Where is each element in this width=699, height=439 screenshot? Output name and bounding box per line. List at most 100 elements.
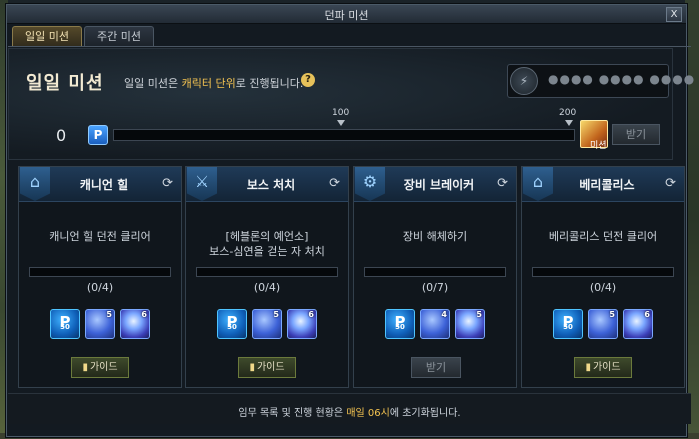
desc-line-2: 보스-심연을 걷는 자 처치	[209, 245, 325, 258]
tab-weekly-mission[interactable]: 주간 미션	[84, 26, 154, 47]
tab-daily-mission[interactable]: 일일 미션	[12, 26, 82, 47]
book-icon: ▮	[585, 362, 591, 373]
p-point-icon: P	[88, 125, 108, 145]
item-count: 6	[141, 310, 147, 319]
card-title: 베리콜리스	[579, 178, 635, 192]
guide-button[interactable]: ▮ 가이드	[71, 357, 129, 378]
gem-reward-icon[interactable]: 5	[455, 309, 485, 339]
reward-chest-label: 미션	[590, 141, 607, 151]
p-coin-amount: 50	[563, 323, 573, 331]
footer-pre: 임무 목록 및 진행 현황은	[238, 408, 347, 419]
mission-card-canyon-hill: ⌂ 캐니언 힐 ⟳ 캐니언 힐 던전 클리어 (0/4) P 50 5 6 ▮ 가이…	[18, 166, 182, 388]
book-icon: ▮	[249, 362, 255, 373]
desc-line-1: 장비 해체하기	[402, 230, 468, 243]
background-right	[685, 0, 699, 439]
title-bar[interactable]: 던파 미션 X	[7, 5, 686, 24]
sword-icon: ⚔	[187, 167, 217, 201]
item-count: 5	[476, 310, 482, 319]
item-count: 5	[273, 310, 279, 319]
notice-text: 일일 미션은 캐릭터 단위로 진행됩니다.	[124, 75, 303, 91]
desc-line-1: [헤블론의 예언소]	[225, 230, 309, 243]
item-count: 4	[441, 310, 447, 319]
help-icon[interactable]: ?	[301, 73, 315, 87]
item-count: 6	[644, 310, 650, 319]
reward-items: P 50 5 6	[522, 309, 684, 339]
milestone-100-marker	[337, 120, 345, 126]
milestone-200-label: 200	[559, 108, 577, 118]
close-button[interactable]: X	[666, 7, 682, 22]
mission-count: (0/4)	[589, 281, 617, 294]
desc-line-1: 캐니언 힐 던전 클리어	[49, 230, 151, 243]
mission-progress-bar	[196, 267, 338, 277]
mission-progress-bar	[364, 267, 506, 277]
footer-highlight: 매일 06시	[346, 408, 390, 419]
refresh-icon[interactable]: ⟳	[162, 176, 173, 191]
reward-items: P 50 5 6	[186, 309, 348, 339]
card-description: 캐니언 힐 던전 클리어	[25, 229, 175, 244]
mission-progress-bar	[29, 267, 171, 277]
item-count: 5	[609, 310, 615, 319]
footer-post: 에 초기화됩니다.	[389, 408, 461, 419]
ic-icon[interactable]: ⚡	[510, 67, 538, 95]
gem-reward-icon[interactable]: 6	[120, 309, 150, 339]
gate-icon: ⌂	[523, 167, 553, 201]
progress-bar	[113, 129, 575, 141]
mission-progress-bar	[532, 267, 674, 277]
book-icon: ▮	[82, 362, 88, 373]
mission-card-vericoolis: ⌂ 베리콜리스 ⟳ 베리콜리스 던전 클리어 (0/4) P 50 5 6 ▮ 가이…	[521, 166, 685, 388]
reward-items: P 50 4 5	[354, 309, 516, 339]
guide-button[interactable]: ▮ 가이드	[238, 357, 296, 378]
card-header: ⌂ 캐니언 힐 ⟳	[19, 167, 181, 202]
p-coin-reward-icon[interactable]: P 50	[553, 309, 583, 339]
card-header: ⚙ 장비 브레이커 ⟳	[354, 167, 516, 202]
mission-card-equipment-breaker: ⚙ 장비 브레이커 ⟳ 장비 해체하기 (0/7) P 50 4 5 받기	[353, 166, 517, 388]
notice-highlight: 캐릭터 단위	[181, 77, 236, 90]
card-title: 장비 브레이커	[403, 178, 475, 192]
p-coin-reward-icon[interactable]: P 50	[385, 309, 415, 339]
card-title: 보스 처치	[246, 178, 296, 192]
orb-reward-icon[interactable]: 5	[588, 309, 618, 339]
orb-reward-icon[interactable]: 4	[420, 309, 450, 339]
card-header: ⌂ 베리콜리스 ⟳	[522, 167, 684, 202]
card-description: [헤블론의 예언소] 보스-심연을 걷는 자 처치	[192, 229, 342, 259]
refresh-icon[interactable]: ⟳	[665, 176, 676, 191]
refresh-icon[interactable]: ⟳	[497, 176, 508, 191]
p-coin-amount: 50	[395, 323, 405, 331]
reward-items: P 50 5 6	[19, 309, 181, 339]
mission-count: (0/4)	[86, 281, 114, 294]
notice-pre: 일일 미션은	[124, 77, 182, 90]
notice-post: 로 진행됩니다.	[235, 77, 304, 90]
refresh-icon[interactable]: ⟳	[329, 176, 340, 191]
guide-button[interactable]: ▮ 가이드	[574, 357, 632, 378]
gear-icon: ⚙	[355, 167, 385, 201]
page-title: 일일 미션	[26, 73, 104, 94]
card-title: 캐니언 힐	[79, 178, 129, 192]
orb-reward-icon[interactable]: 5	[85, 309, 115, 339]
guide-button-label: 가이드	[256, 362, 285, 373]
p-coin-amount: 50	[227, 323, 237, 331]
claim-button[interactable]: 받기	[411, 357, 461, 378]
card-header: ⚔ 보스 처치 ⟳	[186, 167, 348, 202]
window-title: 던파 미션	[324, 9, 369, 22]
gem-reward-icon[interactable]: 6	[287, 309, 317, 339]
gate-icon: ⌂	[20, 167, 50, 201]
mission-count: (0/4)	[253, 281, 281, 294]
orb-reward-icon[interactable]: 5	[252, 309, 282, 339]
gem-reward-icon[interactable]: 6	[623, 309, 653, 339]
footer-notice: 임무 목록 및 진행 현황은 매일 06시에 초기화됩니다.	[0, 404, 699, 419]
receive-reward-button[interactable]: 받기	[612, 124, 660, 145]
tab-divider	[8, 46, 691, 47]
card-description: 베리콜리스 던전 클리어	[528, 229, 678, 244]
guide-button-label: 가이드	[89, 362, 118, 373]
mission-count: (0/7)	[421, 281, 449, 294]
ic-masked-value: ●●●● ●●●● ●●●●	[548, 72, 696, 86]
p-coin-amount: 50	[60, 323, 70, 331]
progress-count: 0	[56, 126, 67, 145]
p-coin-reward-icon[interactable]: P 50	[217, 309, 247, 339]
desc-line-1: 베리콜리스 던전 클리어	[548, 230, 658, 243]
item-count: 5	[106, 310, 112, 319]
milestone-200-marker	[565, 120, 573, 126]
card-description: 장비 해체하기	[360, 229, 510, 244]
mission-card-boss-kill: ⚔ 보스 처치 ⟳ [헤블론의 예언소] 보스-심연을 걷는 자 처치 (0/4)…	[185, 166, 349, 388]
p-coin-reward-icon[interactable]: P 50	[50, 309, 80, 339]
